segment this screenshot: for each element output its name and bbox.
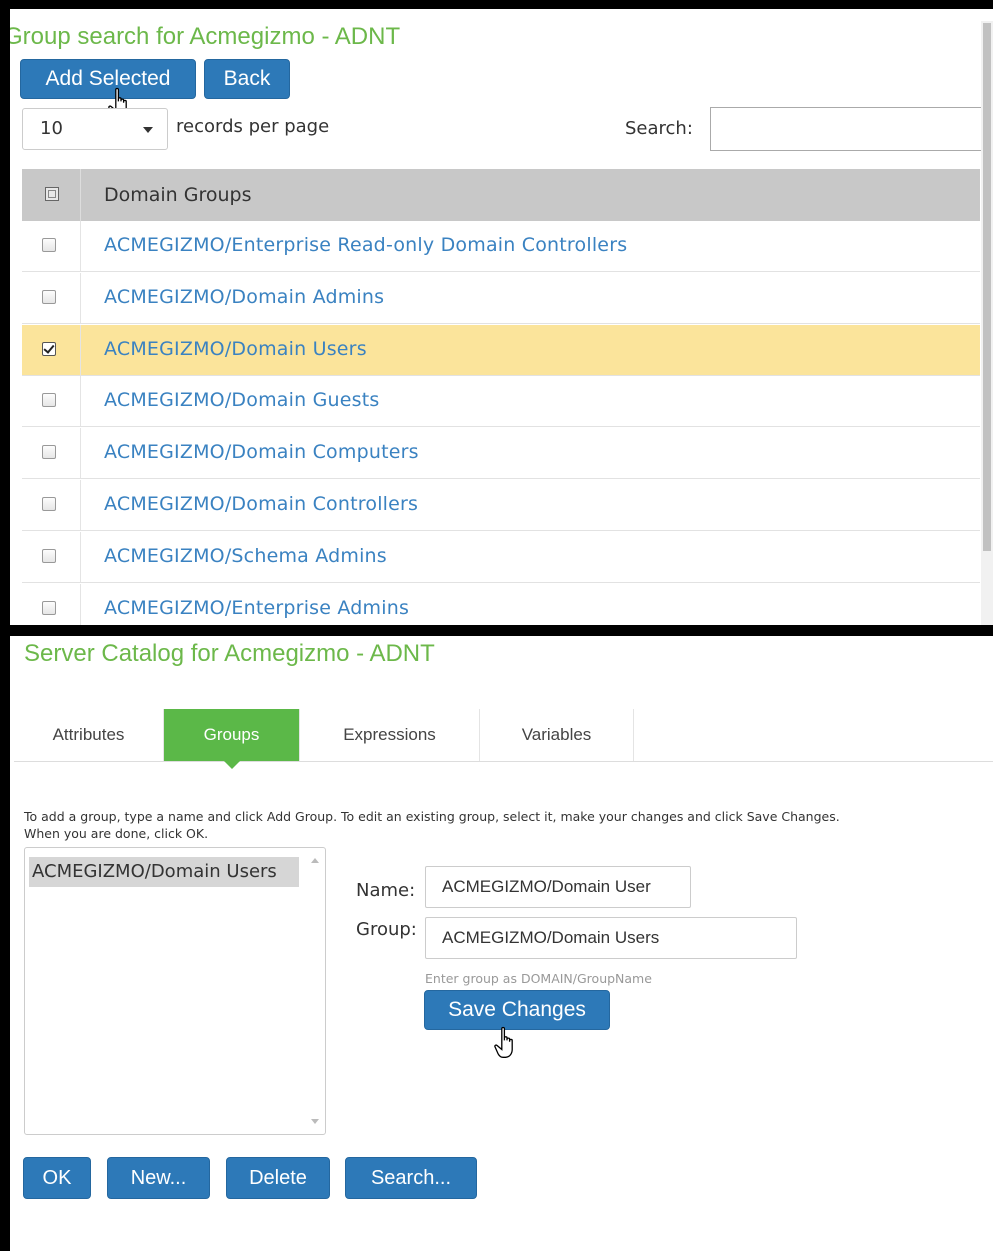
select-all-checkbox-icon[interactable] xyxy=(45,187,59,201)
table-row[interactable]: ACMEGIZMO/Schema Admins xyxy=(22,531,980,583)
catalog-tabs: Attributes Groups Expressions Variables xyxy=(14,709,993,769)
checkbox[interactable] xyxy=(42,445,56,460)
group-link[interactable]: ACMEGIZMO/Enterprise Admins xyxy=(104,597,409,619)
column-divider xyxy=(80,169,81,221)
caret-down-icon xyxy=(143,127,153,133)
group-link[interactable]: ACMEGIZMO/Enterprise Read-only Domain Co… xyxy=(104,234,627,256)
checkbox-checked[interactable] xyxy=(42,341,56,356)
server-catalog-panel: Server Catalog for Acmegizmo - ADNT Attr… xyxy=(10,636,993,1251)
table-row[interactable]: ACMEGIZMO/Enterprise Read-only Domain Co… xyxy=(22,221,980,272)
save-changes-button[interactable]: Save Changes xyxy=(424,990,610,1030)
records-per-page-label: records per page xyxy=(176,116,330,137)
records-per-page-select[interactable]: 10 xyxy=(22,108,168,150)
name-field[interactable]: ACMEGIZMO/Domain User xyxy=(425,866,691,908)
checkbox[interactable] xyxy=(42,238,56,252)
table-row[interactable]: ACMEGIZMO/Domain Computers xyxy=(22,428,980,480)
scrollbar-thumb[interactable] xyxy=(983,23,991,551)
new-button[interactable]: New... xyxy=(107,1157,210,1199)
name-label: Name: xyxy=(356,880,416,901)
group-label: Group: xyxy=(356,919,417,940)
checkbox[interactable] xyxy=(42,497,56,511)
group-list-box[interactable]: ACMEGIZMO/Domain Users xyxy=(24,847,326,1135)
tab-groups[interactable]: Groups xyxy=(164,709,300,769)
instructions-line-2: When you are done, click OK. xyxy=(24,826,209,841)
page-title: Group search for Acmegizmo - ADNT xyxy=(10,23,401,50)
column-divider xyxy=(80,480,81,530)
column-divider xyxy=(80,531,81,582)
table-row[interactable]: ACMEGIZMO/Domain Admins xyxy=(22,272,980,324)
table-row[interactable]: ACMEGIZMO/Domain Guests xyxy=(22,376,980,428)
column-divider xyxy=(80,428,81,479)
records-per-page-value: 10 xyxy=(40,118,63,139)
search-button[interactable]: Search... xyxy=(345,1157,477,1199)
ok-button[interactable]: OK xyxy=(23,1157,91,1199)
list-item[interactable]: ACMEGIZMO/Domain Users xyxy=(29,857,299,887)
instructions-line-1: To add a group, type a name and click Ad… xyxy=(24,809,840,824)
checkbox[interactable] xyxy=(42,393,56,408)
group-link[interactable]: ACMEGIZMO/Domain Guests xyxy=(104,389,380,411)
column-header-domain-groups[interactable]: Domain Groups xyxy=(104,184,252,206)
group-hint: Enter group as DOMAIN/GroupName xyxy=(425,971,652,986)
tab-variables[interactable]: Variables xyxy=(480,709,634,761)
column-divider xyxy=(80,583,81,625)
group-link[interactable]: ACMEGIZMO/Domain Users xyxy=(104,338,367,360)
delete-button[interactable]: Delete xyxy=(226,1157,330,1199)
table-header: Domain Groups xyxy=(22,169,980,221)
group-link[interactable]: ACMEGIZMO/Domain Computers xyxy=(104,441,419,463)
scroll-down-arrow-icon[interactable] xyxy=(311,1119,319,1124)
instructions-text: To add a group, type a name and click Ad… xyxy=(24,808,840,842)
back-button[interactable]: Back xyxy=(204,59,290,99)
column-divider xyxy=(80,376,81,427)
tab-attributes[interactable]: Attributes xyxy=(14,709,164,761)
scroll-up-arrow-icon[interactable] xyxy=(311,858,319,863)
group-search-panel: Group search for Acmegizmo - ADNT Add Se… xyxy=(10,9,993,625)
group-link[interactable]: ACMEGIZMO/Domain Controllers xyxy=(104,493,418,515)
table-row[interactable]: ACMEGIZMO/Enterprise Admins xyxy=(22,583,980,625)
checkbox[interactable] xyxy=(42,289,56,304)
group-link[interactable]: ACMEGIZMO/Schema Admins xyxy=(104,545,387,567)
group-field[interactable]: ACMEGIZMO/Domain Users xyxy=(425,917,797,959)
group-link[interactable]: ACMEGIZMO/Domain Admins xyxy=(104,286,384,308)
checkbox[interactable] xyxy=(42,548,56,563)
column-divider xyxy=(80,324,81,375)
catalog-title: Server Catalog for Acmegizmo - ADNT xyxy=(24,640,435,667)
table-row[interactable]: ACMEGIZMO/Domain Controllers xyxy=(22,480,980,531)
table-row[interactable]: ACMEGIZMO/Domain Users xyxy=(22,324,980,376)
checkbox[interactable] xyxy=(42,600,56,615)
hand-pointer-icon xyxy=(494,1026,513,1058)
column-divider xyxy=(80,221,81,271)
tab-expressions[interactable]: Expressions xyxy=(300,709,480,761)
search-input[interactable] xyxy=(710,107,990,151)
column-divider xyxy=(80,272,81,323)
search-label: Search: xyxy=(625,118,693,139)
